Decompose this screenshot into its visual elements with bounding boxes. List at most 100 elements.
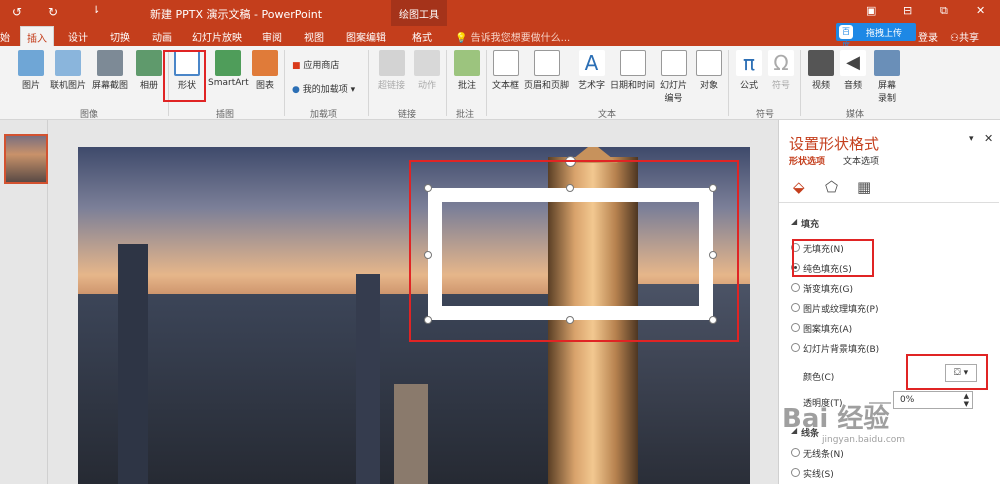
- picture-button[interactable]: 图片: [18, 50, 44, 91]
- building: [394, 384, 428, 484]
- tell-me-search[interactable]: 💡 告诉我您想要做什么...: [455, 29, 570, 44]
- highlight-shape: [409, 160, 739, 342]
- fill-section-header[interactable]: ◢ 填充: [791, 217, 819, 230]
- radio-indicator: [791, 448, 800, 457]
- divider: [368, 50, 369, 116]
- camera-icon: [97, 50, 123, 76]
- wordart-button[interactable]: A 艺术字: [578, 50, 605, 91]
- chart-icon: [252, 50, 278, 76]
- comment-button[interactable]: 批注: [454, 50, 480, 91]
- pane-close-icon[interactable]: ✕: [984, 132, 993, 145]
- close-button[interactable]: ✕: [976, 4, 985, 17]
- window-title: 新建 PPTX 演示文稿 - PowerPoint: [150, 8, 323, 21]
- online-picture-button[interactable]: 联机图片: [50, 50, 86, 91]
- undo-icon[interactable]: ↺: [12, 5, 22, 19]
- video-button[interactable]: 视频: [808, 50, 834, 91]
- tab-view[interactable]: 视图: [304, 29, 324, 44]
- screen-recording-button[interactable]: 屏幕 录制: [874, 50, 900, 104]
- divider: [800, 50, 801, 116]
- calendar-icon: [619, 50, 646, 76]
- color-label: 颜色(C): [803, 373, 835, 383]
- slide-thumbnail[interactable]: [4, 134, 48, 184]
- pattern-fill-radio[interactable]: 图案填充(A): [791, 322, 852, 335]
- divider: [728, 50, 729, 116]
- lightbulb-icon: 💡: [455, 33, 468, 44]
- pi-icon: π: [736, 50, 762, 76]
- group-links: 链接: [398, 110, 417, 120]
- drawing-tools-label: 绘图工具: [391, 0, 447, 26]
- pane-options-icon[interactable]: ▾: [969, 134, 974, 144]
- hyperlink-button[interactable]: 超链接: [378, 50, 405, 91]
- share-button[interactable]: ⚇共享: [950, 29, 979, 44]
- group-symbols: 符号: [756, 110, 775, 120]
- audio-button[interactable]: ◀ 音频: [840, 50, 866, 91]
- spinner-arrows-icon[interactable]: ▲ ▼: [964, 392, 969, 408]
- object-button[interactable]: 对象: [696, 50, 722, 91]
- customize-quick-access-icon[interactable]: ⇂: [92, 5, 100, 16]
- video-icon: [808, 50, 834, 76]
- tab-format[interactable]: 格式: [412, 29, 432, 44]
- tab-transitions[interactable]: 切换: [110, 29, 130, 44]
- header-footer-button[interactable]: 页眉和页脚: [524, 50, 569, 91]
- highlight-solid-fill: [792, 239, 874, 277]
- collapse-arrow-icon: ◢: [791, 217, 798, 226]
- radio-indicator: [791, 323, 800, 332]
- slide-number-button[interactable]: 幻灯片 编号: [660, 50, 687, 104]
- tab-shape-options[interactable]: 形状选项: [789, 154, 825, 167]
- equation-button[interactable]: π 公式: [736, 50, 762, 91]
- tab-pattern-edit[interactable]: 图案编辑: [346, 29, 386, 44]
- action-button[interactable]: 动作: [414, 50, 440, 91]
- date-time-button[interactable]: 日期和时间: [610, 50, 655, 91]
- divider: [779, 202, 999, 203]
- screen-recording-icon: [874, 50, 900, 76]
- no-line-radio[interactable]: 无线条(N): [791, 447, 844, 460]
- redo-icon[interactable]: ↻: [48, 5, 58, 19]
- slide-number-icon: [660, 50, 687, 76]
- fill-line-icon[interactable]: ⬙: [793, 178, 805, 196]
- slide-background-fill-radio[interactable]: 幻灯片背景填充(B): [791, 342, 879, 355]
- tab-design[interactable]: 设计: [68, 29, 88, 44]
- ribbon-display-options-icon[interactable]: ▣: [866, 4, 876, 17]
- smartart-button[interactable]: SmartArt: [208, 50, 249, 88]
- divider: [486, 50, 487, 116]
- screenshot-button[interactable]: 屏幕截图: [92, 50, 128, 91]
- radio-indicator: [791, 343, 800, 352]
- tab-text-options[interactable]: 文本选项: [843, 154, 879, 167]
- link-icon: [378, 50, 405, 76]
- tab-animations[interactable]: 动画: [152, 29, 172, 44]
- my-addins-button[interactable]: ● 我的加载项 ▾: [292, 82, 355, 95]
- solid-line-radio[interactable]: 实线(S): [791, 467, 834, 480]
- store-button[interactable]: ■ 应用商店: [292, 58, 339, 71]
- group-images: 图像: [80, 110, 99, 120]
- textbox-button[interactable]: 文本框: [492, 50, 519, 91]
- building: [356, 274, 380, 484]
- action-icon: [414, 50, 440, 76]
- effects-icon[interactable]: ⬠: [825, 178, 838, 196]
- textbox-icon: [492, 50, 519, 76]
- upload-button[interactable]: 百度 拖拽上传: [836, 23, 916, 50]
- tab-insert[interactable]: 插入: [20, 26, 54, 46]
- album-icon: [136, 50, 162, 76]
- highlight-shapes-button: [163, 50, 206, 102]
- chart-button[interactable]: 图表: [252, 50, 278, 91]
- ribbon: 图片 联机图片 屏幕截图 相册 形状 SmartArt 图表 ■ 应用商店 ● …: [0, 46, 1000, 120]
- tab-review[interactable]: 审阅: [262, 29, 282, 44]
- group-comments: 批注: [456, 110, 475, 120]
- gradient-fill-radio[interactable]: 渐变填充(G): [791, 282, 853, 295]
- login-link[interactable]: 登录: [918, 29, 938, 44]
- radio-indicator: [791, 468, 800, 477]
- tab-home[interactable]: 始: [0, 29, 10, 44]
- tab-slideshow[interactable]: 幻灯片放映: [192, 29, 242, 44]
- omega-icon: Ω: [768, 50, 794, 76]
- radio-indicator: [791, 303, 800, 312]
- restore-button[interactable]: ⧉: [940, 4, 948, 18]
- radio-indicator: [791, 283, 800, 292]
- picture-texture-fill-radio[interactable]: 图片或纹理填充(P): [791, 302, 878, 315]
- slide-thumbnail-pane: [0, 120, 48, 484]
- symbol-button[interactable]: Ω 符号: [768, 50, 794, 91]
- minimize-button[interactable]: ⊟: [903, 4, 912, 17]
- photo-album-button[interactable]: 相册: [136, 50, 162, 91]
- smartart-icon: [215, 50, 242, 76]
- building: [118, 244, 148, 484]
- size-properties-icon[interactable]: ▦: [857, 178, 871, 196]
